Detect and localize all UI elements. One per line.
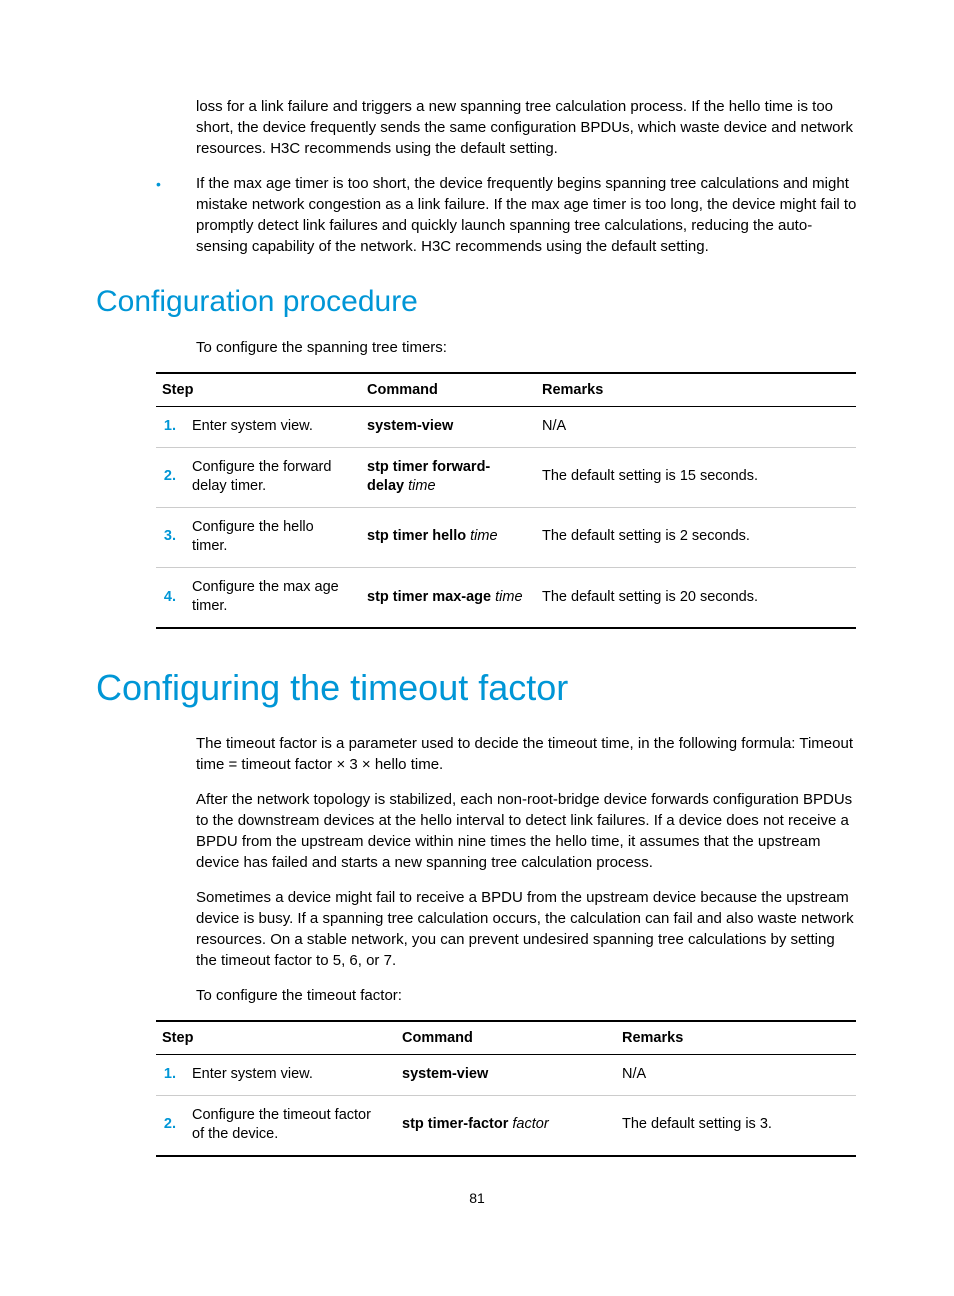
step-desc: Configure the max age timer. (186, 567, 361, 628)
step-remarks: The default setting is 20 seconds. (536, 567, 856, 628)
table-timeout: Step Command Remarks 1. Enter system vie… (156, 1020, 856, 1157)
th-command: Command (396, 1021, 616, 1055)
paragraph-continuation: loss for a link failure and triggers a n… (196, 96, 858, 159)
page-number: 81 (0, 1190, 954, 1206)
step-command: stp timer max-age time (361, 567, 536, 628)
step-number: 3. (156, 507, 186, 567)
step-command: stp timer forward-delay time (361, 447, 536, 507)
step-desc: Configure the timeout factor of the devi… (186, 1095, 396, 1156)
step-remarks: N/A (616, 1054, 856, 1095)
step-remarks: The default setting is 15 seconds. (536, 447, 856, 507)
step-command: stp timer hello time (361, 507, 536, 567)
step-desc: Enter system view. (186, 1054, 396, 1095)
table-timers: Step Command Remarks 1. Enter system vie… (156, 372, 856, 629)
step-command: system-view (396, 1054, 616, 1095)
step-number: 1. (156, 407, 186, 448)
step-command: stp timer-factor factor (396, 1095, 616, 1156)
table-row: 4. Configure the max age timer. stp time… (156, 567, 856, 628)
intro-timers: To configure the spanning tree timers: (196, 337, 858, 358)
step-remarks: The default setting is 3. (616, 1095, 856, 1156)
table-row: 1. Enter system view. system-view N/A (156, 1054, 856, 1095)
step-desc: Configure the hello timer. (186, 507, 361, 567)
th-remarks: Remarks (616, 1021, 856, 1055)
step-remarks: N/A (536, 407, 856, 448)
table-row: 2. Configure the forward delay timer. st… (156, 447, 856, 507)
step-command: system-view (361, 407, 536, 448)
paragraph-topology: After the network topology is stabilized… (196, 789, 858, 873)
step-number: 4. (156, 567, 186, 628)
step-desc: Enter system view. (186, 407, 361, 448)
th-step: Step (156, 1021, 396, 1055)
paragraph-formula: The timeout factor is a parameter used t… (196, 733, 858, 775)
table-row: 3. Configure the hello timer. stp timer … (156, 507, 856, 567)
heading-config-procedure: Configuration procedure (96, 285, 858, 319)
table-row: 1. Enter system view. system-view N/A (156, 407, 856, 448)
step-number: 2. (156, 1095, 186, 1156)
step-remarks: The default setting is 2 seconds. (536, 507, 856, 567)
th-command: Command (361, 373, 536, 407)
paragraph-busy: Sometimes a device might fail to receive… (196, 887, 858, 971)
th-step: Step (156, 373, 361, 407)
th-remarks: Remarks (536, 373, 856, 407)
step-desc: Configure the forward delay timer. (186, 447, 361, 507)
heading-timeout-factor: Configuring the timeout factor (96, 667, 858, 709)
table-row: 2. Configure the timeout factor of the d… (156, 1095, 856, 1156)
step-number: 2. (156, 447, 186, 507)
bullet-max-age: If the max age timer is too short, the d… (156, 173, 858, 257)
intro-timeout: To configure the timeout factor: (196, 985, 858, 1006)
step-number: 1. (156, 1054, 186, 1095)
